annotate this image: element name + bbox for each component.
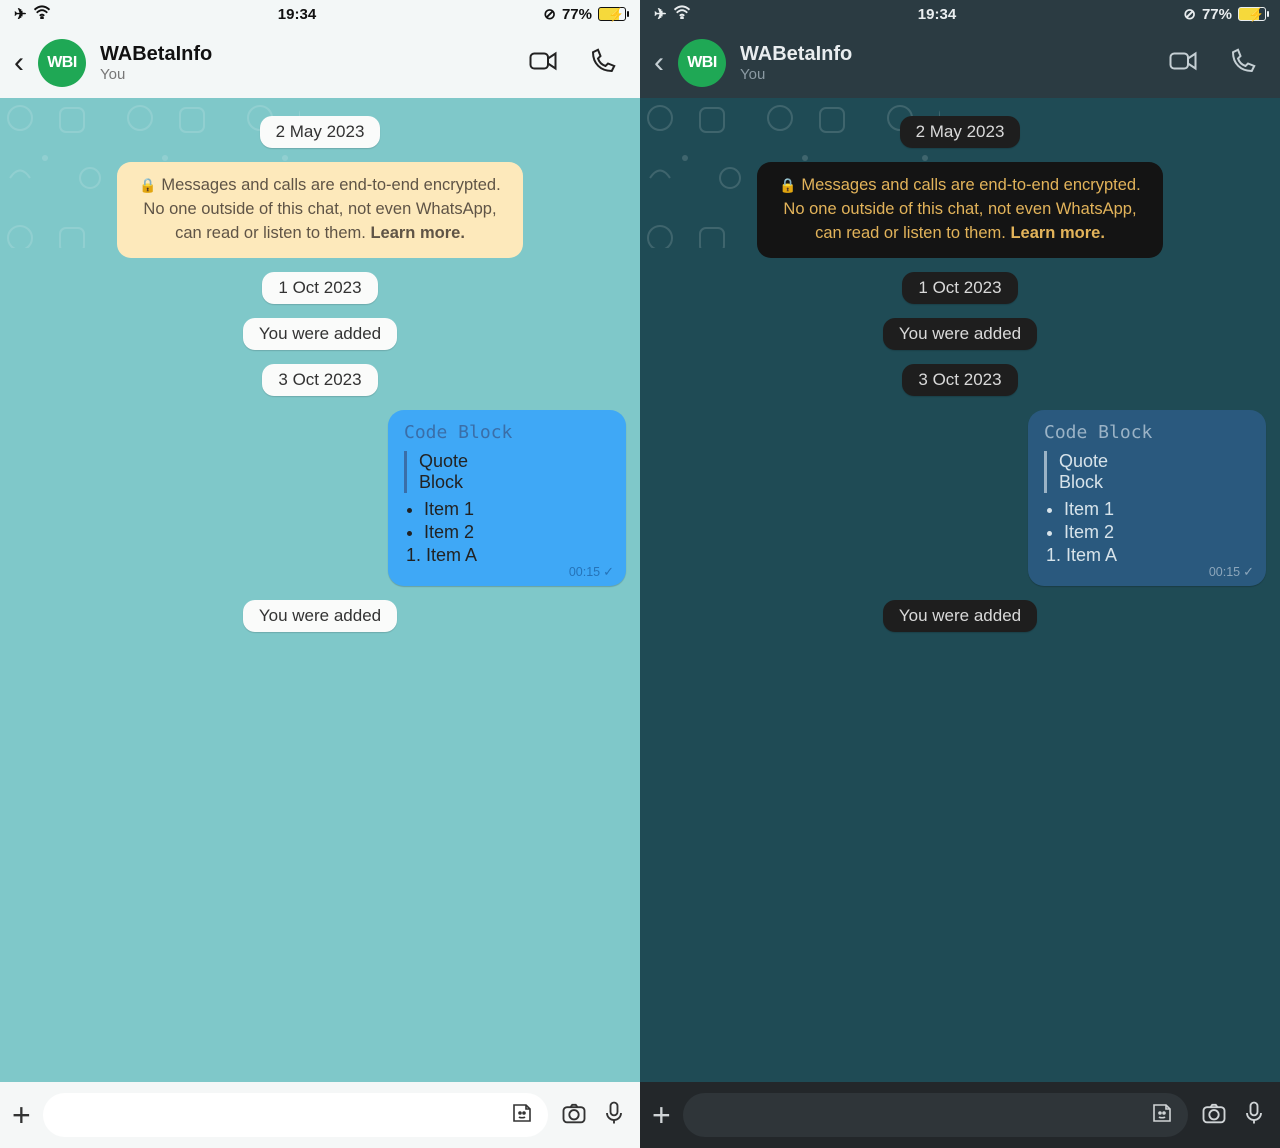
system-message: You were added xyxy=(883,318,1037,350)
back-button[interactable]: ‹ xyxy=(654,46,664,80)
outgoing-message[interactable]: Code Block Quote Block Item 1 Item 2 Ite… xyxy=(1028,410,1266,586)
bullet-list: Item 1 Item 2 xyxy=(1044,499,1250,543)
avatar[interactable]: WBI xyxy=(678,39,726,87)
date-pill: 2 May 2023 xyxy=(900,116,1021,148)
chat-area[interactable]: 2 May 2023 🔒 Messages and calls are end-… xyxy=(640,98,1280,1082)
sticker-icon[interactable] xyxy=(510,1101,534,1130)
chat-header: ‹ WBI WABetaInfo You xyxy=(640,28,1280,98)
airplane-icon: ✈︎ xyxy=(654,5,667,23)
code-block-text: Code Block xyxy=(404,422,610,443)
video-call-button[interactable] xyxy=(520,38,566,89)
chat-header: ‹ WBI WABetaInfo You xyxy=(0,28,640,98)
camera-button[interactable] xyxy=(1200,1099,1228,1132)
message-input[interactable] xyxy=(43,1093,548,1137)
system-message: You were added xyxy=(243,600,397,632)
battery-icon: ⚡ xyxy=(598,7,626,21)
quote-block: Quote Block xyxy=(404,451,610,493)
code-block-text: Code Block xyxy=(1044,422,1250,443)
lock-icon: 🔒 xyxy=(779,177,796,193)
wifi-icon xyxy=(33,5,51,23)
camera-button[interactable] xyxy=(560,1099,588,1132)
input-bar: + xyxy=(640,1082,1280,1148)
learn-more-link[interactable]: Learn more. xyxy=(1010,224,1104,242)
date-pill: 2 May 2023 xyxy=(260,116,381,148)
dark-mode-pane: ✈︎ 19:34 ⊘ 77% ⚡ ‹ WBI WABetaInfo You 2 … xyxy=(640,0,1280,1148)
bullet-list: Item 1 Item 2 xyxy=(404,499,610,543)
attach-button[interactable]: + xyxy=(652,1097,671,1134)
quote-block: Quote Block xyxy=(1044,451,1250,493)
airplane-icon: ✈︎ xyxy=(14,5,27,23)
date-pill: 1 Oct 2023 xyxy=(902,272,1017,304)
mic-button[interactable] xyxy=(1240,1099,1268,1132)
system-message: You were added xyxy=(883,600,1037,632)
date-pill: 3 Oct 2023 xyxy=(262,364,377,396)
light-mode-pane: ✈︎ 19:34 ⊘ 77% ⚡ ‹ WBI WABetaInfo You 2 … xyxy=(0,0,640,1148)
wifi-icon xyxy=(673,5,691,23)
system-message: You were added xyxy=(243,318,397,350)
message-input[interactable] xyxy=(683,1093,1188,1137)
clock-time: 19:34 xyxy=(918,6,956,23)
mic-button[interactable] xyxy=(600,1099,628,1132)
chat-area[interactable]: 2 May 2023 🔒 Messages and calls are end-… xyxy=(0,98,640,1082)
encryption-notice[interactable]: 🔒 Messages and calls are end-to-end encr… xyxy=(757,162,1162,258)
orientation-lock-icon: ⊘ xyxy=(1183,5,1196,23)
clock-time: 19:34 xyxy=(278,6,316,23)
message-timestamp: 00:15✓ xyxy=(1209,564,1254,580)
orientation-lock-icon: ⊘ xyxy=(543,5,556,23)
chat-title: WABetaInfo xyxy=(100,42,506,66)
status-bar: ✈︎ 19:34 ⊘ 77% ⚡ xyxy=(640,0,1280,28)
lock-icon: 🔒 xyxy=(139,177,156,193)
sent-check-icon: ✓ xyxy=(1243,564,1254,580)
video-call-button[interactable] xyxy=(1160,38,1206,89)
sticker-icon[interactable] xyxy=(1150,1101,1174,1130)
battery-icon: ⚡ xyxy=(1238,7,1266,21)
date-pill: 3 Oct 2023 xyxy=(902,364,1017,396)
chat-subtitle: You xyxy=(740,66,1146,84)
voice-call-button[interactable] xyxy=(1220,38,1266,89)
battery-percent: 77% xyxy=(562,6,592,23)
voice-call-button[interactable] xyxy=(580,38,626,89)
encryption-notice[interactable]: 🔒 Messages and calls are end-to-end encr… xyxy=(117,162,522,258)
learn-more-link[interactable]: Learn more. xyxy=(370,224,464,242)
chat-subtitle: You xyxy=(100,66,506,84)
back-button[interactable]: ‹ xyxy=(14,46,24,80)
ordered-list: Item A xyxy=(1044,545,1250,566)
outgoing-message[interactable]: Code Block Quote Block Item 1 Item 2 Ite… xyxy=(388,410,626,586)
chat-title: WABetaInfo xyxy=(740,42,1146,66)
message-timestamp: 00:15✓ xyxy=(569,564,614,580)
sent-check-icon: ✓ xyxy=(603,564,614,580)
chat-title-block[interactable]: WABetaInfo You xyxy=(100,42,506,84)
ordered-list: Item A xyxy=(404,545,610,566)
attach-button[interactable]: + xyxy=(12,1097,31,1134)
battery-percent: 77% xyxy=(1202,6,1232,23)
status-bar: ✈︎ 19:34 ⊘ 77% ⚡ xyxy=(0,0,640,28)
chat-title-block[interactable]: WABetaInfo You xyxy=(740,42,1146,84)
date-pill: 1 Oct 2023 xyxy=(262,272,377,304)
avatar[interactable]: WBI xyxy=(38,39,86,87)
input-bar: + xyxy=(0,1082,640,1148)
